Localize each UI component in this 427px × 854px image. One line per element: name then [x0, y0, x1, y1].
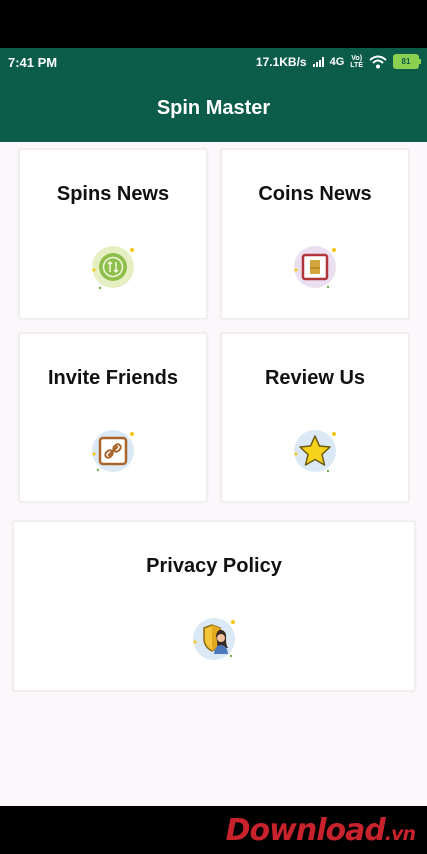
volte-icon: Vo) LTE — [350, 55, 363, 69]
top-black-bar — [0, 0, 427, 48]
spin-wheel-icon — [92, 246, 134, 290]
main-content: Spins News Coins News Invite Friends Rev… — [0, 142, 427, 806]
review-us-card[interactable]: Review Us — [221, 333, 409, 502]
review-us-label: Review Us — [264, 367, 366, 389]
watermark-suffix: .vn — [384, 822, 416, 845]
privacy-shield-icon — [193, 618, 235, 660]
network-speed: 17.1KB/s — [255, 54, 307, 69]
wifi-icon — [369, 55, 387, 68]
coins-news-card[interactable]: Coins News — [221, 149, 409, 319]
status-time: 7:41 PM — [8, 55, 58, 70]
invite-friends-card[interactable]: Invite Friends — [19, 333, 207, 502]
status-bar: 7:41 PM 17.1KB/s 4G Vo) LTE 81 — [0, 48, 427, 76]
network-type: 4G — [329, 55, 345, 68]
star-icon — [294, 430, 336, 473]
privacy-policy-label: Privacy Policy — [146, 555, 282, 577]
invite-friends-label: Invite Friends — [47, 367, 179, 389]
signal-icon — [312, 56, 324, 67]
footer-bar: Download.vn — [0, 806, 427, 854]
volte-top: Vo) — [351, 54, 363, 62]
spins-news-label: Spins News — [56, 183, 170, 205]
watermark-logo: Download.vn — [225, 812, 416, 848]
volte-bottom: LTE — [350, 61, 363, 69]
watermark-main: Download — [225, 812, 386, 848]
app-bar: Spin Master — [0, 76, 427, 142]
app-title: Spin Master — [156, 96, 271, 119]
privacy-policy-card[interactable]: Privacy Policy — [13, 521, 415, 691]
spins-news-card[interactable]: Spins News — [19, 149, 207, 319]
link-icon — [92, 430, 134, 472]
battery-icon: 81 — [393, 54, 421, 69]
coins-icon — [294, 246, 336, 289]
coins-news-label: Coins News — [258, 183, 372, 205]
status-icons: 17.1KB/s 4G Vo) LTE 81 — [255, 54, 421, 69]
